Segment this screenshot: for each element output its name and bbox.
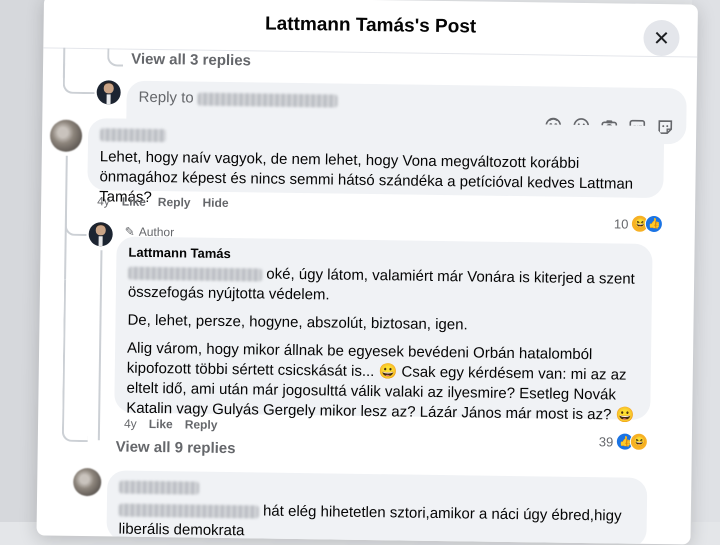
- comment-timestamp[interactable]: 4y: [97, 194, 110, 208]
- view-replies-link[interactable]: View all 9 replies: [116, 438, 236, 457]
- redacted-mention[interactable]: [118, 503, 259, 519]
- thread-connector: [64, 213, 87, 237]
- author-avatar[interactable]: [88, 222, 113, 247]
- comment-actions: 4y Like Reply Hide: [97, 194, 241, 210]
- reply-paragraph-3: Alig várom, hogy mikor állnak be egyesek…: [126, 339, 635, 424]
- reaction-count: 39: [598, 433, 614, 449]
- like-reaction-icon: 👍: [645, 214, 664, 234]
- redacted-mention[interactable]: [128, 266, 263, 282]
- redacted-commenter-name[interactable]: [99, 128, 167, 143]
- reply-placeholder: Reply to: [139, 89, 338, 109]
- haha-reaction-icon: 😆: [630, 432, 649, 451]
- reaction-summary[interactable]: 39 👍 😆: [595, 431, 652, 452]
- redacted-commenter-name[interactable]: [119, 480, 200, 495]
- reply-actions: 4y Like Reply: [124, 417, 230, 432]
- avatar[interactable]: [49, 119, 83, 152]
- redacted-name: [197, 92, 338, 108]
- like-button[interactable]: Like: [122, 195, 146, 209]
- modal-title: Lattmann Tamás's Post: [264, 13, 477, 38]
- reply-bubble: Lattmann Tamás oké, úgy látom, valamiért…: [114, 236, 653, 424]
- close-icon: ✕: [652, 27, 671, 50]
- reply-button[interactable]: Reply: [185, 417, 218, 431]
- thread-connector: [62, 63, 96, 95]
- reply-paragraph-1: oké, úgy látom, valamiért már Vonára is …: [127, 265, 635, 304]
- modal-header: Lattmann Tamás's Post ✕: [43, 0, 698, 58]
- thread-line: [97, 250, 103, 441]
- comment-bubble: hát elég hihetetlen sztori,amikor a náci…: [106, 470, 648, 545]
- hide-button[interactable]: Hide: [202, 196, 228, 210]
- like-button[interactable]: Like: [149, 417, 173, 431]
- comment-text: hát elég hihetetlen sztori,amikor a náci…: [118, 502, 622, 540]
- reply-button[interactable]: Reply: [158, 195, 191, 209]
- reply-paragraph-2: De, lehet, persze, hogyne, abszolút, biz…: [127, 311, 468, 334]
- comment-bubble: Lehet, hogy naív vagyok, de nem lehet, h…: [87, 118, 665, 206]
- reply-timestamp[interactable]: 4y: [124, 417, 137, 431]
- post-modal: Lattmann Tamás's Post ✕ View all 3 repli…: [36, 0, 698, 545]
- close-button[interactable]: ✕: [643, 19, 680, 57]
- avatar[interactable]: [73, 467, 102, 497]
- view-replies-link[interactable]: View all 3 replies: [131, 51, 251, 70]
- thread-connector: [107, 48, 124, 67]
- reaction-summary[interactable]: 10 😆 👍: [610, 213, 667, 235]
- thread-connector: [61, 279, 91, 443]
- reaction-count: 10: [613, 215, 629, 232]
- avatar[interactable]: [96, 80, 121, 105]
